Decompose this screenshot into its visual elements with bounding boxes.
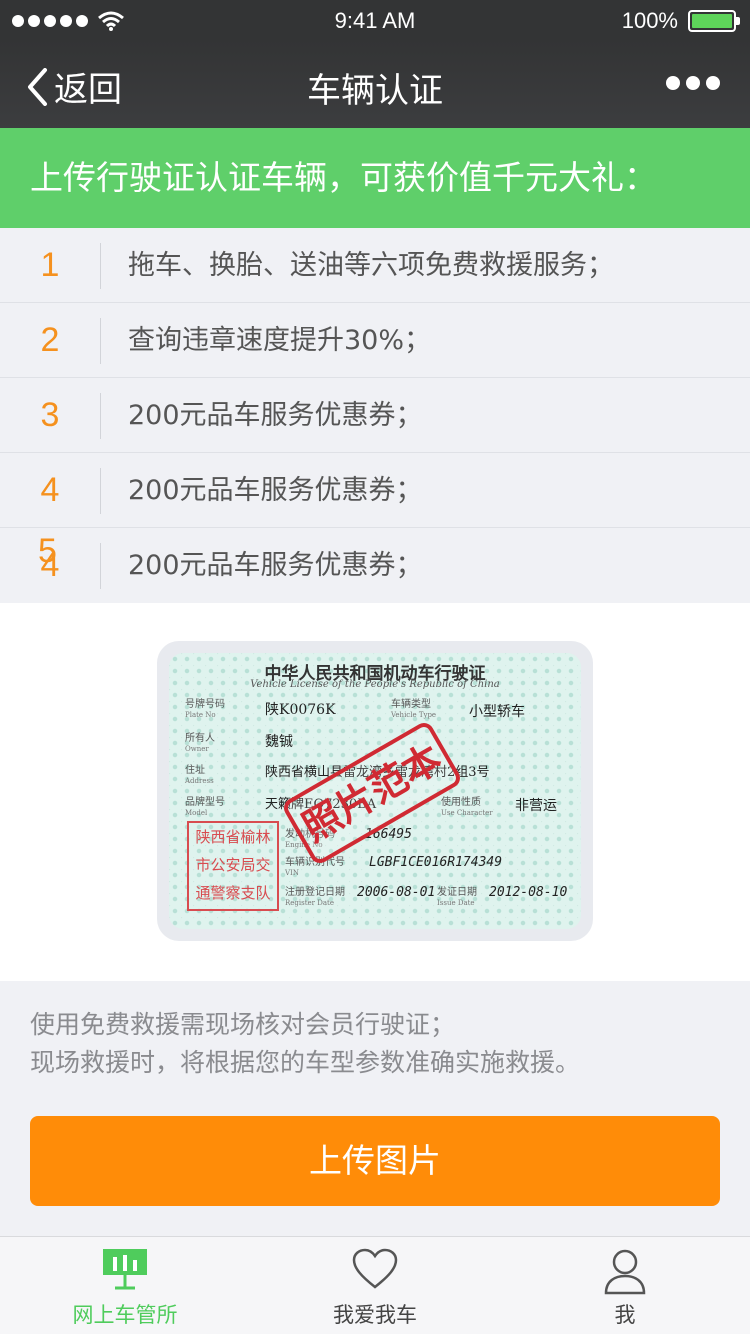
tab-label: 我 xyxy=(614,1303,636,1327)
sample-stamp: 照片范本 xyxy=(280,719,464,867)
benefit-text: 查询违章速度提升30%； xyxy=(128,325,432,356)
plate-label: 号牌号码 Plate No xyxy=(185,699,225,719)
type-value: 小型轿车 xyxy=(469,704,525,720)
heart-icon xyxy=(352,1248,398,1289)
user-icon xyxy=(604,1249,646,1295)
more-dot xyxy=(686,76,700,90)
benefit-number: 3 xyxy=(40,396,60,434)
benefit-number: 4 xyxy=(40,471,60,509)
issue-date-label: 发证日期 Issue Date xyxy=(437,887,477,907)
note-line: 现场救援时，将根据您的车型参数准确实施救援。 xyxy=(30,1048,581,1077)
divider xyxy=(100,318,101,364)
register-date-value: 2006-08-01 xyxy=(357,885,436,900)
more-button[interactable] xyxy=(660,76,720,90)
more-dot xyxy=(666,76,680,90)
register-date-label: 注册登记日期 Register Date xyxy=(285,887,345,907)
benefit-item: 1 拖车、换胎、送油等六项免费救援服务； xyxy=(0,228,750,303)
type-label: 车辆类型 Vehicle Type xyxy=(391,699,437,719)
seal-line: 陕西省榆林 xyxy=(195,828,271,846)
rescue-note: 使用免费救援需现场核对会员行驶证； 现场救援时，将根据您的车型参数准确实施救援。 xyxy=(30,1006,730,1082)
benefit-number: 2 xyxy=(40,321,60,359)
tab-bar: 网上车管所 我爱我车 我 xyxy=(0,1236,750,1334)
tab-online-vehicle-office[interactable]: 网上车管所 xyxy=(0,1237,250,1334)
divider xyxy=(100,468,101,514)
benefit-text: 200元品车服务优惠券； xyxy=(128,550,423,581)
plate-value: 陕K0076K xyxy=(265,702,336,718)
benefit-item: 2 查询违章速度提升30%； xyxy=(0,303,750,378)
note-line: 使用免费救援需现场核对会员行驶证； xyxy=(30,1010,456,1039)
benefit-text: 拖车、换胎、送油等六项免费救援服务； xyxy=(128,250,614,281)
owner-label: 所有人 Owner xyxy=(185,733,215,753)
use-value: 非营运 xyxy=(515,798,557,814)
page-title: 车辆认证 xyxy=(307,71,443,111)
license-subtitle: Vehicle License of the People's Republic… xyxy=(250,679,500,690)
chart-board-icon xyxy=(103,1249,147,1290)
battery-icon xyxy=(688,10,740,32)
benefit-item: 4 5 200元品车服务优惠券； xyxy=(0,528,750,603)
divider xyxy=(100,393,101,439)
benefit-item: 3 200元品车服务优惠券； xyxy=(0,378,750,453)
benefit-number-overlap: 5 xyxy=(38,532,57,570)
seal-line: 通警察支队 xyxy=(195,884,271,902)
address-label: 住址 Address xyxy=(185,765,214,785)
benefit-item: 4 200元品车服务优惠券； xyxy=(0,453,750,528)
navigation-bar: 返回 车辆认证 xyxy=(0,40,750,128)
police-seal: 陕西省榆林 市公安局交 通警察支队 xyxy=(187,821,279,911)
tab-me[interactable]: 我 xyxy=(500,1237,750,1334)
owner-value: 魏铖 xyxy=(265,734,293,750)
license-sample-image: 中华人民共和国机动车行驶证 Vehicle License of the Peo… xyxy=(157,641,593,941)
tab-label: 我爱我车 xyxy=(333,1303,417,1327)
benefit-number: 1 xyxy=(40,246,60,284)
license-sample-area: 中华人民共和国机动车行驶证 Vehicle License of the Peo… xyxy=(0,603,750,981)
model-label: 品牌型号 Model xyxy=(185,797,225,817)
battery-status: 100% xyxy=(621,8,740,34)
issue-date-value: 2012-08-10 xyxy=(489,885,568,900)
divider xyxy=(100,243,101,289)
tab-label: 网上车管所 xyxy=(72,1303,178,1327)
divider xyxy=(100,543,101,589)
status-bar: 9:41 AM 100% xyxy=(0,0,750,40)
benefit-text: 200元品车服务优惠券； xyxy=(128,400,423,431)
upload-photo-button[interactable]: 上传图片 xyxy=(30,1116,720,1206)
use-label: 使用性质 Use Character xyxy=(441,797,493,817)
promo-banner: 上传行驶证认证车辆，可获价值千元大礼： xyxy=(0,128,750,228)
benefit-text: 200元品车服务优惠券； xyxy=(128,475,423,506)
license-document: 中华人民共和国机动车行驶证 Vehicle License of the Peo… xyxy=(169,653,581,929)
tab-my-car[interactable]: 我爱我车 xyxy=(250,1237,500,1334)
seal-line: 市公安局交 xyxy=(195,856,271,874)
benefit-list: 1 拖车、换胎、送油等六项免费救援服务； 2 查询违章速度提升30%； 3 20… xyxy=(0,228,750,603)
battery-percent: 100% xyxy=(621,8,678,33)
vin-value: LGBF1CE016R174349 xyxy=(369,855,503,870)
more-dot xyxy=(706,76,720,90)
